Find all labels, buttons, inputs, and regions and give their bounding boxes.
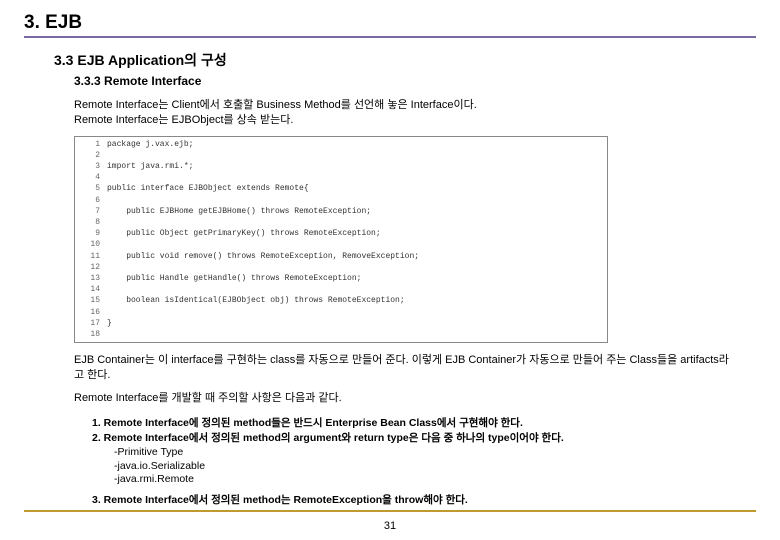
code-line: boolean isIdentical(EJBObject obj) throw… <box>106 295 420 306</box>
code-line <box>106 307 420 318</box>
footer-rule <box>24 510 756 512</box>
code-line-number: 3 <box>81 161 106 172</box>
code-line-number: 12 <box>81 262 106 273</box>
code-line-number: 1 <box>81 139 106 150</box>
code-line <box>106 239 420 250</box>
code-line <box>106 284 420 295</box>
note-3: 3. Remote Interface에서 정의된 method는 Remote… <box>92 493 756 508</box>
code-line <box>106 195 420 206</box>
code-line-number: 13 <box>81 273 106 284</box>
code-line-number: 2 <box>81 150 106 161</box>
code-line <box>106 150 420 161</box>
code-line: public void remove() throws RemoteExcept… <box>106 251 420 262</box>
code-listing: 1package j.vax.ejb;23import java.rmi.*;4… <box>74 136 608 343</box>
code-line-number: 4 <box>81 172 106 183</box>
code-line-number: 5 <box>81 183 106 194</box>
code-line <box>106 217 420 228</box>
code-line: import java.rmi.*; <box>106 161 420 172</box>
page-number: 31 <box>0 520 780 532</box>
code-line <box>106 329 420 340</box>
code-line-number: 8 <box>81 217 106 228</box>
code-line <box>106 172 420 183</box>
note-2-sub-3: -java.rmi.Remote <box>92 473 756 487</box>
notes-list: 1. Remote Interface에 정의된 method들은 반드시 En… <box>24 416 756 509</box>
code-line-number: 16 <box>81 307 106 318</box>
code-line: public Object getPrimaryKey() throws Rem… <box>106 228 420 239</box>
intro-paragraph: Remote Interface는 Client에서 호출할 Business … <box>74 98 736 128</box>
after-code-p2: Remote Interface를 개발할 때 주의할 사항은 다음과 같다. <box>74 391 736 406</box>
code-line <box>106 262 420 273</box>
title-underline <box>24 36 756 38</box>
note-2-sub-2: -java.io.Serializable <box>92 460 756 474</box>
code-line-number: 7 <box>81 206 106 217</box>
after-code-p1: EJB Container는 이 interface를 구현하는 class를 … <box>74 353 736 383</box>
code-line: public EJBHome getEJBHome() throws Remot… <box>106 206 420 217</box>
code-line-number: 17 <box>81 318 106 329</box>
note-2: 2. Remote Interface에서 정의된 method의 argume… <box>92 431 756 446</box>
section-title: 3. EJB <box>24 12 756 34</box>
note-1: 1. Remote Interface에 정의된 method들은 반드시 En… <box>92 416 756 431</box>
intro-line-1: Remote Interface는 Client에서 호출할 Business … <box>74 99 477 111</box>
code-line-number: 6 <box>81 195 106 206</box>
subsubsection-title: 3.3.3 Remote Interface <box>54 74 756 88</box>
code-line-number: 10 <box>81 239 106 250</box>
code-line: } <box>106 318 420 329</box>
note-2-sub-1: -Primitive Type <box>92 446 756 460</box>
code-line-number: 9 <box>81 228 106 239</box>
code-line-number: 18 <box>81 329 106 340</box>
code-line-number: 11 <box>81 251 106 262</box>
code-line-number: 15 <box>81 295 106 306</box>
intro-line-2: Remote Interface는 EJBObject를 상속 받는다. <box>74 114 293 126</box>
code-line: public Handle getHandle() throws RemoteE… <box>106 273 420 284</box>
code-line: public interface EJBObject extends Remot… <box>106 183 420 194</box>
subsection-title: 3.3 EJB Application의 구성 <box>54 50 756 70</box>
code-line: package j.vax.ejb; <box>106 139 420 150</box>
code-line-number: 14 <box>81 284 106 295</box>
